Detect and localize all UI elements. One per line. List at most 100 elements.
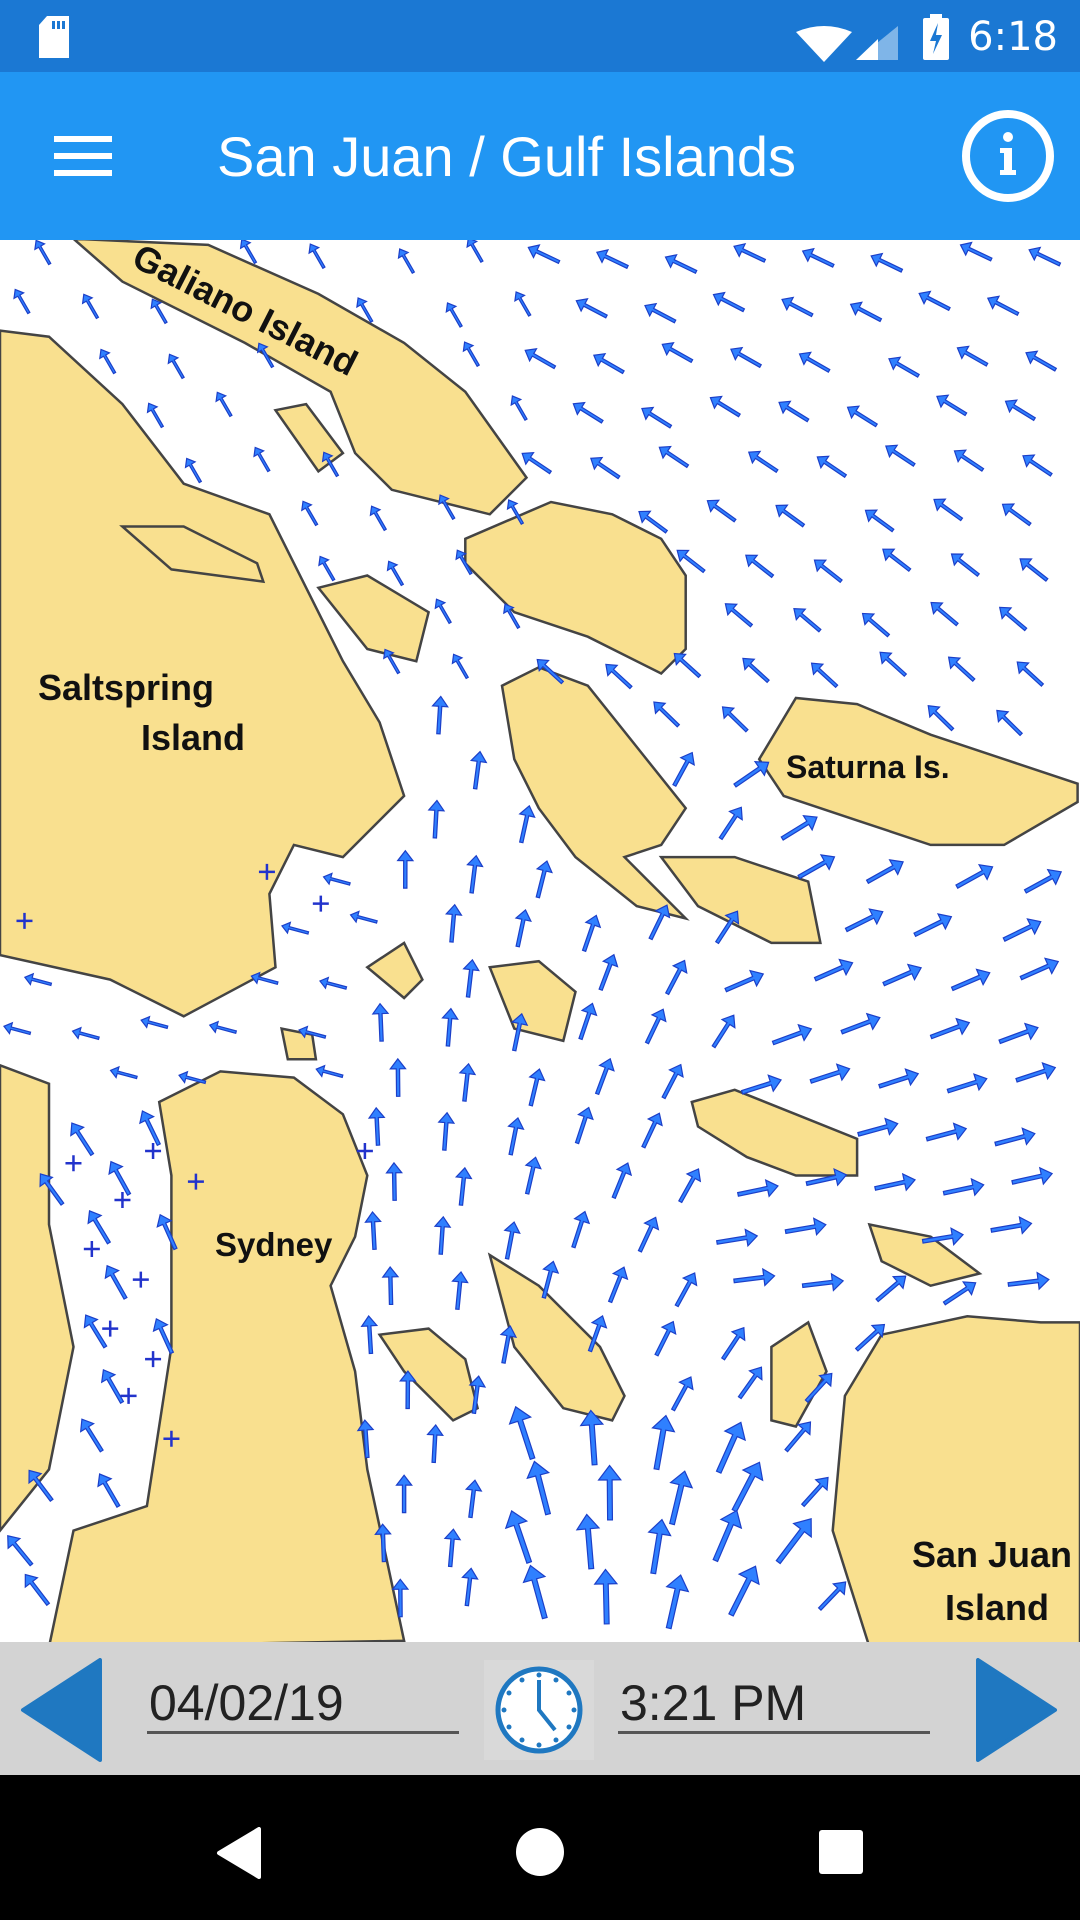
current-arrow — [397, 248, 416, 274]
date-field[interactable]: 04/02/19 — [147, 1672, 459, 1734]
current-arrow — [678, 1168, 702, 1204]
current-arrow — [865, 859, 904, 885]
hamburger-menu-icon[interactable] — [54, 134, 112, 178]
current-arrow — [844, 908, 884, 933]
label-sydney: Sydney — [215, 1226, 333, 1263]
current-arrow — [1023, 868, 1063, 894]
current-arrow — [918, 290, 951, 312]
current-arrow — [670, 1376, 694, 1412]
current-arrow — [431, 695, 449, 735]
current-arrow — [605, 663, 633, 690]
current-arrow — [167, 353, 185, 380]
current-arrow — [504, 1510, 533, 1564]
current-arrow — [813, 958, 854, 982]
current-arrow — [817, 1581, 847, 1612]
current-arrow — [389, 1057, 407, 1097]
clock-icon[interactable] — [484, 1660, 594, 1760]
current-arrow — [1001, 503, 1032, 527]
current-arrow — [87, 1210, 112, 1245]
current-arrow — [81, 293, 100, 320]
current-arrow — [451, 1271, 469, 1311]
current-arrow — [950, 553, 981, 578]
current-arrow — [712, 291, 746, 313]
current-arrow — [79, 1418, 104, 1453]
current-arrow — [942, 1177, 985, 1197]
triangle-right-icon[interactable] — [974, 1658, 1058, 1762]
current-arrow — [653, 701, 681, 728]
slack-marker — [102, 1320, 119, 1337]
island-17 — [273, 402, 345, 474]
current-arrow — [572, 401, 604, 424]
tidal-current-map[interactable]: Galiano Island Saltspring Island Saturna… — [0, 240, 1080, 1642]
label-saltspring-island-2: Island — [141, 717, 245, 758]
current-arrow — [664, 959, 688, 996]
current-arrow — [709, 395, 741, 418]
current-arrow — [730, 346, 763, 369]
current-arrow — [637, 1216, 660, 1253]
status-bar: 6:18 — [0, 0, 1080, 72]
current-arrow — [7, 1534, 34, 1567]
current-arrow — [535, 860, 553, 899]
current-arrow — [97, 1473, 121, 1509]
current-arrow — [462, 958, 480, 998]
current-arrow — [780, 814, 818, 841]
current-arrow — [445, 903, 463, 943]
current-arrow — [672, 751, 695, 788]
current-arrow — [664, 253, 698, 275]
current-arrow — [712, 1509, 743, 1563]
current-arrow — [813, 559, 843, 584]
current-arrow — [507, 1116, 525, 1156]
island-8 — [365, 941, 424, 1000]
current-arrow — [733, 242, 767, 263]
current-arrow — [593, 1568, 619, 1625]
current-arrow — [461, 1567, 479, 1607]
cell-signal-icon — [856, 26, 898, 60]
current-arrow — [140, 1015, 169, 1030]
current-arrow — [724, 603, 754, 628]
current-arrow — [367, 1106, 386, 1146]
current-arrow — [718, 806, 743, 841]
current-arrow — [745, 554, 775, 579]
battery-charging-icon — [923, 14, 949, 60]
island-14 — [377, 1327, 480, 1422]
triangle-left-icon[interactable] — [20, 1658, 104, 1762]
current-arrow — [933, 498, 964, 522]
home-icon[interactable] — [515, 1827, 565, 1877]
current-arrow — [878, 1068, 920, 1089]
current-arrow — [888, 356, 920, 378]
current-arrow — [953, 449, 985, 472]
current-arrow — [462, 341, 481, 368]
island-7 — [658, 855, 822, 945]
island-4 — [464, 500, 687, 676]
current-arrow — [594, 1057, 615, 1096]
current-arrow — [737, 1366, 763, 1400]
current-arrow — [518, 804, 536, 844]
island-9 — [488, 959, 577, 1043]
current-arrow — [861, 612, 891, 638]
current-arrow — [386, 560, 405, 587]
current-arrow — [998, 1022, 1039, 1045]
current-arrow — [798, 351, 831, 373]
current-arrow — [575, 297, 608, 319]
current-arrow — [427, 799, 446, 839]
current-arrow — [571, 1210, 591, 1249]
current-arrow — [524, 348, 557, 370]
current-arrow — [986, 295, 1020, 317]
current-arrow — [510, 395, 528, 421]
current-arrow — [955, 864, 994, 889]
current-arrow — [747, 450, 779, 474]
recents-icon[interactable] — [818, 1829, 864, 1875]
current-arrow — [870, 252, 904, 273]
current-arrow — [736, 1179, 779, 1198]
back-icon[interactable] — [215, 1827, 263, 1879]
current-arrow — [994, 1127, 1036, 1147]
current-arrow — [458, 1062, 477, 1102]
current-arrow — [1015, 1062, 1057, 1083]
info-icon[interactable] — [960, 108, 1056, 204]
current-arrow — [592, 352, 625, 375]
navigation-bar — [0, 1775, 1080, 1920]
current-arrow — [810, 662, 839, 689]
current-arrow — [607, 1266, 629, 1304]
time-field[interactable]: 3:21 PM — [618, 1672, 930, 1734]
label-saltspring-island-1: Saltspring — [38, 667, 214, 708]
